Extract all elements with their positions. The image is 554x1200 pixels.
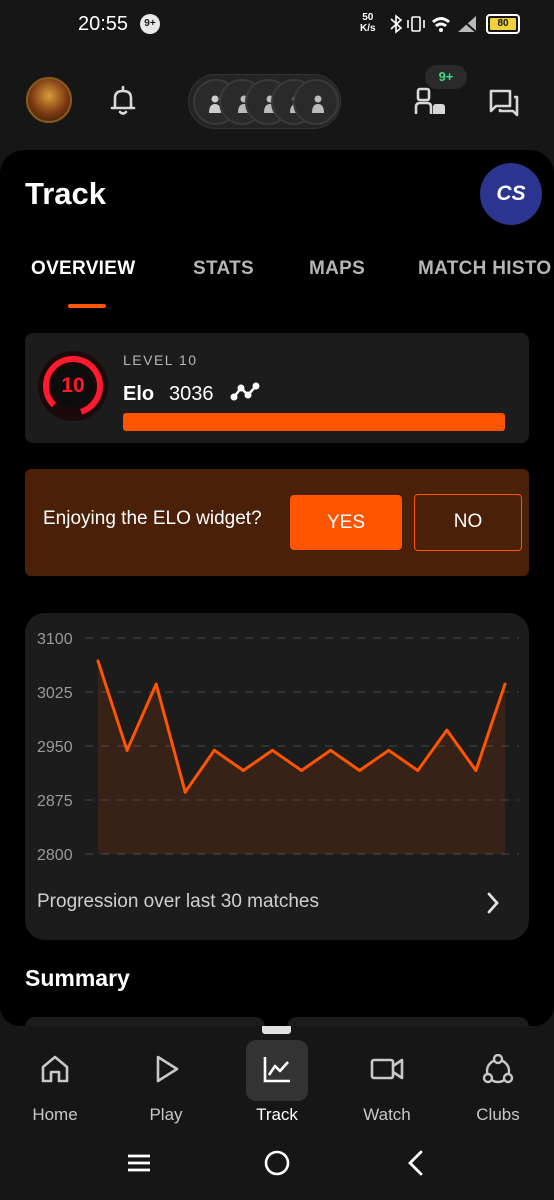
- chart-data-point: [270, 748, 274, 752]
- bluetooth-icon: [390, 14, 403, 34]
- tab-overview[interactable]: OVERVIEW: [31, 258, 135, 280]
- chart-y-tick-label: 2875: [37, 793, 73, 810]
- chart-caption: Progression over last 30 matches: [37, 891, 319, 912]
- chart-data-point: [474, 768, 478, 772]
- chart-y-tick-label: 3025: [37, 685, 73, 702]
- chart-data-point: [416, 768, 420, 772]
- system-navigation: [0, 1138, 554, 1200]
- page-title: Track: [25, 176, 107, 211]
- elo-trend-icon: [230, 382, 260, 401]
- chat-icon[interactable]: [488, 88, 520, 123]
- avatar[interactable]: [26, 77, 72, 123]
- add-player-icon: [312, 95, 324, 113]
- summary-card[interactable]: [287, 1017, 529, 1026]
- network-speed: 50 K/s: [360, 12, 376, 34]
- nav-label: Clubs: [476, 1105, 520, 1124]
- network-speed-unit: K/s: [360, 23, 376, 34]
- back-icon[interactable]: [405, 1150, 425, 1178]
- elo-chart: 3100 3025 2950 2875 2800: [33, 627, 519, 865]
- nav-track[interactable]: Track: [232, 1038, 322, 1128]
- recents-icon[interactable]: [126, 1150, 152, 1176]
- chart-data-point: [96, 659, 100, 663]
- elo-label: Elo: [123, 383, 155, 405]
- home-icon: [41, 1055, 69, 1083]
- level-card[interactable]: 10 LEVEL 10 Elo 3036: [25, 333, 529, 443]
- tab-maps[interactable]: MAPS: [309, 258, 365, 280]
- friends-icon[interactable]: [414, 86, 448, 121]
- watch-icon: [370, 1058, 404, 1080]
- chart-data-point: [329, 748, 333, 752]
- nav-handle: [262, 1026, 291, 1034]
- chart-data-point: [445, 728, 449, 732]
- chart-data-point: [241, 768, 245, 772]
- chart-data-point: [154, 682, 158, 686]
- vibrate-icon: [407, 16, 425, 32]
- clubs-icon: [482, 1054, 514, 1084]
- level-number: 10: [61, 374, 85, 397]
- nav-label: Track: [256, 1105, 298, 1124]
- chart-data-point: [358, 768, 362, 772]
- chart-data-point: [183, 790, 187, 794]
- chart-y-tick-label: 2800: [37, 847, 73, 864]
- status-bar: 20:55 9+ 50 K/s 80: [0, 0, 554, 50]
- elo-value: 3036: [169, 383, 214, 405]
- chevron-right-icon[interactable]: [485, 891, 501, 915]
- network-speed-value: 50: [362, 12, 374, 23]
- summary-title: Summary: [25, 965, 130, 991]
- chart-data-point: [300, 768, 303, 772]
- game-logo[interactable]: CS: [480, 163, 542, 225]
- nav-label: Watch: [363, 1105, 411, 1124]
- elo-progress-bar: [123, 413, 505, 431]
- play-icon: [156, 1055, 179, 1083]
- elo-widget-prompt: Enjoying the ELO widget? YES NO: [25, 469, 529, 576]
- battery-level: 80: [497, 18, 509, 29]
- summary-card[interactable]: [25, 1017, 265, 1026]
- chart-data-point: [125, 748, 129, 752]
- status-icons: [388, 12, 483, 41]
- bottom-navigation: Home Play Track Watch Clubs: [0, 1026, 554, 1138]
- notification-count-badge: 9+: [140, 14, 160, 34]
- tab-match-history[interactable]: MATCH HISTO: [418, 258, 551, 280]
- nav-clubs[interactable]: Clubs: [453, 1038, 543, 1128]
- chart-data-point: [212, 748, 216, 752]
- party-slot-5[interactable]: [293, 79, 339, 125]
- no-signal-icon: [457, 15, 477, 33]
- level-label: LEVEL 10: [123, 352, 198, 368]
- top-app-bar: 9+: [0, 50, 554, 150]
- nav-label: Home: [32, 1105, 78, 1124]
- elo-progress-fill: [123, 413, 505, 431]
- yes-button[interactable]: YES: [290, 495, 402, 550]
- wifi-icon: [432, 17, 450, 32]
- tab-stats[interactable]: STATS: [193, 258, 254, 280]
- home-button-icon[interactable]: [263, 1150, 291, 1178]
- battery-icon: 80: [486, 14, 520, 34]
- elo-chart-card[interactable]: 3100 3025 2950 2875 2800 Progression over la…: [25, 613, 529, 940]
- chart-y-tick-label: 3100: [37, 631, 73, 648]
- nav-watch[interactable]: Watch: [342, 1038, 432, 1128]
- chart-data-point: [387, 748, 391, 752]
- nav-play[interactable]: Play: [121, 1038, 211, 1128]
- chart-data-point: [503, 682, 507, 686]
- chart-y-tick-label: 2950: [37, 739, 73, 756]
- nav-label: Play: [149, 1105, 183, 1124]
- track-panel: Track CS OVERVIEW STATS MAPS MATCH HISTO…: [0, 150, 554, 1026]
- track-icon: [263, 1057, 290, 1083]
- party-slots[interactable]: [188, 74, 341, 129]
- bell-icon[interactable]: [108, 84, 138, 121]
- no-button[interactable]: NO: [414, 494, 522, 551]
- tab-indicator: [68, 304, 106, 308]
- tab-bar: OVERVIEW STATS MAPS MATCH HISTO: [0, 258, 554, 308]
- nav-home[interactable]: Home: [10, 1038, 100, 1128]
- prompt-question: Enjoying the ELO widget?: [43, 508, 262, 529]
- status-time: 20:55: [78, 13, 129, 35]
